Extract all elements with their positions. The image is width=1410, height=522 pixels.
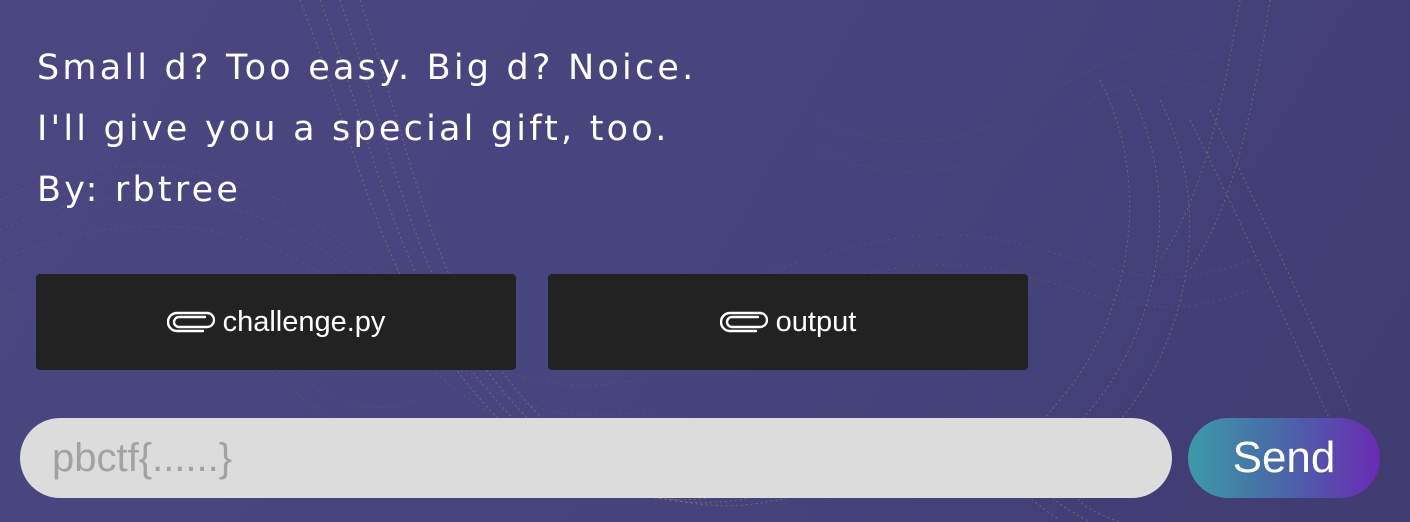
download-challenge-py-button[interactable]: challenge.py bbox=[36, 274, 516, 370]
description-line: I'll give you a special gift, too. bbox=[37, 109, 670, 149]
description-line: Small d? Too easy. Big d? Noice. bbox=[37, 48, 697, 88]
challenge-panel: Small d? Too easy. Big d? Noice. I'll gi… bbox=[0, 0, 1410, 522]
send-button-label: Send bbox=[1232, 433, 1336, 482]
attachment-label: challenge.py bbox=[222, 305, 386, 338]
challenge-description: Small d? Too easy. Big d? Noice. I'll gi… bbox=[37, 38, 696, 221]
attachment-label: output bbox=[775, 305, 857, 338]
paperclip-icon bbox=[166, 311, 215, 333]
download-output-button[interactable]: output bbox=[548, 274, 1028, 370]
author-line: By: rbtree bbox=[37, 170, 242, 210]
paperclip-icon bbox=[719, 311, 768, 333]
send-button[interactable]: Send bbox=[1188, 418, 1380, 498]
flag-input[interactable] bbox=[20, 418, 1172, 498]
